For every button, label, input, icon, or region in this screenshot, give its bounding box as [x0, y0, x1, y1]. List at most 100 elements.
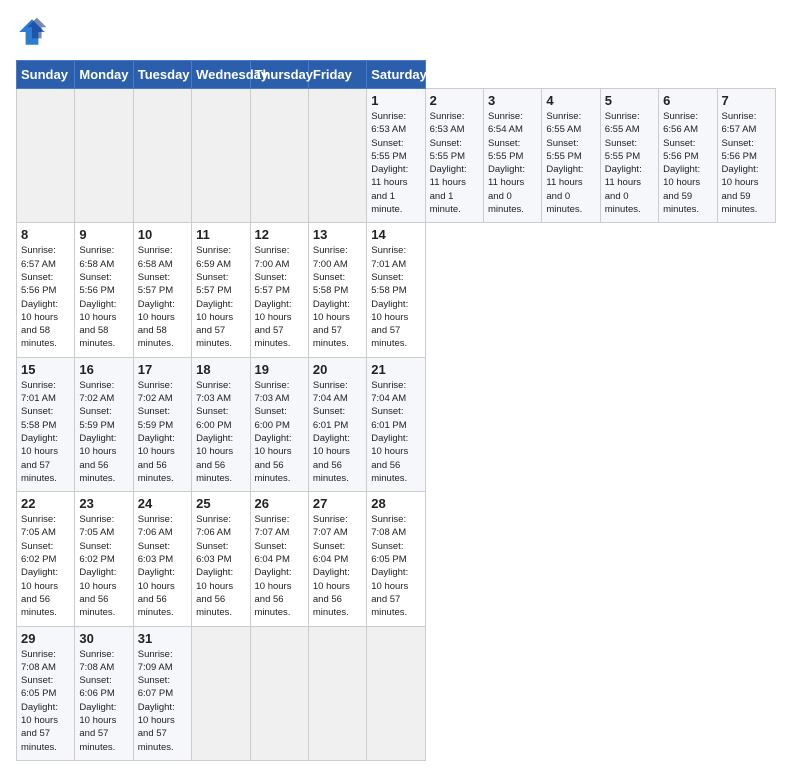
calendar-day-cell: 28 Sunrise: 7:08 AM Sunset: 6:05 PM Dayl… — [367, 492, 425, 626]
sunset-label: Sunset: 5:55 PM — [605, 138, 640, 162]
sunrise-label: Sunrise: 6:56 AM — [663, 111, 698, 135]
sunset-label: Sunset: 6:04 PM — [313, 541, 348, 565]
sunset-label: Sunset: 5:57 PM — [138, 272, 173, 296]
sunset-label: Sunset: 6:05 PM — [371, 541, 406, 565]
sunset-label: Sunset: 5:59 PM — [138, 406, 173, 430]
day-info: Sunrise: 6:54 AM Sunset: 5:55 PM Dayligh… — [488, 110, 537, 216]
calendar-day-cell: 4 Sunrise: 6:55 AM Sunset: 5:55 PM Dayli… — [542, 89, 600, 223]
sunset-label: Sunset: 6:00 PM — [255, 406, 290, 430]
calendar-day-cell: 19 Sunrise: 7:03 AM Sunset: 6:00 PM Dayl… — [250, 357, 308, 491]
sunset-label: Sunset: 5:56 PM — [663, 138, 698, 162]
daylight-label: Daylight: 10 hours and 56 minutes. — [79, 567, 116, 618]
daylight-label: Daylight: 10 hours and 57 minutes. — [313, 299, 350, 350]
logo — [16, 16, 52, 48]
calendar-day-cell — [17, 89, 75, 223]
sunrise-label: Sunrise: 7:06 AM — [196, 514, 231, 538]
day-info: Sunrise: 6:56 AM Sunset: 5:56 PM Dayligh… — [663, 110, 712, 216]
day-info: Sunrise: 6:55 AM Sunset: 5:55 PM Dayligh… — [546, 110, 595, 216]
sunrise-label: Sunrise: 7:09 AM — [138, 649, 173, 673]
daylight-label: Daylight: 10 hours and 57 minutes. — [196, 299, 233, 350]
sunset-label: Sunset: 6:06 PM — [79, 675, 114, 699]
sunrise-label: Sunrise: 6:54 AM — [488, 111, 523, 135]
daylight-label: Daylight: 10 hours and 57 minutes. — [138, 702, 175, 753]
weekday-header-cell: Tuesday — [133, 61, 191, 89]
sunset-label: Sunset: 6:02 PM — [21, 541, 56, 565]
daylight-label: Daylight: 10 hours and 58 minutes. — [79, 299, 116, 350]
weekday-header-cell: Thursday — [250, 61, 308, 89]
sunrise-label: Sunrise: 6:58 AM — [79, 245, 114, 269]
day-number: 8 — [21, 227, 70, 242]
day-number: 22 — [21, 496, 70, 511]
daylight-label: Daylight: 10 hours and 56 minutes. — [255, 433, 292, 484]
sunset-label: Sunset: 6:04 PM — [255, 541, 290, 565]
calendar-day-cell: 13 Sunrise: 7:00 AM Sunset: 5:58 PM Dayl… — [308, 223, 366, 357]
sunrise-label: Sunrise: 7:06 AM — [138, 514, 173, 538]
day-info: Sunrise: 7:08 AM Sunset: 6:06 PM Dayligh… — [79, 648, 128, 754]
daylight-label: Daylight: 10 hours and 56 minutes. — [313, 567, 350, 618]
day-number: 29 — [21, 631, 70, 646]
sunrise-label: Sunrise: 7:00 AM — [313, 245, 348, 269]
calendar-day-cell: 9 Sunrise: 6:58 AM Sunset: 5:56 PM Dayli… — [75, 223, 133, 357]
calendar-day-cell: 17 Sunrise: 7:02 AM Sunset: 5:59 PM Dayl… — [133, 357, 191, 491]
sunrise-label: Sunrise: 7:01 AM — [371, 245, 406, 269]
calendar-body: 1 Sunrise: 6:53 AM Sunset: 5:55 PM Dayli… — [17, 89, 776, 761]
day-info: Sunrise: 6:53 AM Sunset: 5:55 PM Dayligh… — [430, 110, 479, 216]
day-number: 7 — [722, 93, 772, 108]
day-info: Sunrise: 7:03 AM Sunset: 6:00 PM Dayligh… — [255, 379, 304, 485]
sunrise-label: Sunrise: 7:04 AM — [371, 380, 406, 404]
calendar-day-cell — [308, 89, 366, 223]
calendar-day-cell: 23 Sunrise: 7:05 AM Sunset: 6:02 PM Dayl… — [75, 492, 133, 626]
sunrise-label: Sunrise: 7:05 AM — [21, 514, 56, 538]
weekday-header-cell: Friday — [308, 61, 366, 89]
calendar-table: SundayMondayTuesdayWednesdayThursdayFrid… — [16, 60, 776, 761]
daylight-label: Daylight: 11 hours and 0 minutes. — [605, 164, 642, 215]
calendar-day-cell — [75, 89, 133, 223]
day-number: 13 — [313, 227, 362, 242]
sunset-label: Sunset: 5:58 PM — [371, 272, 406, 296]
sunset-label: Sunset: 5:58 PM — [21, 406, 56, 430]
calendar-day-cell: 24 Sunrise: 7:06 AM Sunset: 6:03 PM Dayl… — [133, 492, 191, 626]
calendar-day-cell: 26 Sunrise: 7:07 AM Sunset: 6:04 PM Dayl… — [250, 492, 308, 626]
day-number: 1 — [371, 93, 420, 108]
calendar-day-cell: 12 Sunrise: 7:00 AM Sunset: 5:57 PM Dayl… — [250, 223, 308, 357]
sunset-label: Sunset: 5:55 PM — [488, 138, 523, 162]
day-number: 24 — [138, 496, 187, 511]
daylight-label: Daylight: 10 hours and 56 minutes. — [313, 433, 350, 484]
calendar-week-row: 1 Sunrise: 6:53 AM Sunset: 5:55 PM Dayli… — [17, 89, 776, 223]
day-number: 28 — [371, 496, 420, 511]
day-info: Sunrise: 7:04 AM Sunset: 6:01 PM Dayligh… — [371, 379, 420, 485]
calendar-week-row: 29 Sunrise: 7:08 AM Sunset: 6:05 PM Dayl… — [17, 626, 776, 760]
sunrise-label: Sunrise: 7:00 AM — [255, 245, 290, 269]
calendar-day-cell: 11 Sunrise: 6:59 AM Sunset: 5:57 PM Dayl… — [192, 223, 250, 357]
sunrise-label: Sunrise: 6:53 AM — [371, 111, 406, 135]
daylight-label: Daylight: 10 hours and 57 minutes. — [371, 299, 408, 350]
calendar-day-cell — [133, 89, 191, 223]
sunrise-label: Sunrise: 6:55 AM — [605, 111, 640, 135]
day-number: 9 — [79, 227, 128, 242]
day-info: Sunrise: 6:53 AM Sunset: 5:55 PM Dayligh… — [371, 110, 420, 216]
calendar-day-cell: 7 Sunrise: 6:57 AM Sunset: 5:56 PM Dayli… — [717, 89, 776, 223]
sunrise-label: Sunrise: 7:03 AM — [196, 380, 231, 404]
sunset-label: Sunset: 5:55 PM — [430, 138, 465, 162]
sunset-label: Sunset: 5:56 PM — [21, 272, 56, 296]
sunset-label: Sunset: 5:55 PM — [546, 138, 581, 162]
calendar-day-cell: 22 Sunrise: 7:05 AM Sunset: 6:02 PM Dayl… — [17, 492, 75, 626]
sunset-label: Sunset: 5:56 PM — [722, 138, 757, 162]
daylight-label: Daylight: 10 hours and 56 minutes. — [138, 567, 175, 618]
daylight-label: Daylight: 10 hours and 56 minutes. — [255, 567, 292, 618]
day-number: 17 — [138, 362, 187, 377]
day-number: 26 — [255, 496, 304, 511]
day-number: 23 — [79, 496, 128, 511]
day-info: Sunrise: 7:08 AM Sunset: 6:05 PM Dayligh… — [371, 513, 420, 619]
day-number: 3 — [488, 93, 537, 108]
daylight-label: Daylight: 10 hours and 56 minutes. — [138, 433, 175, 484]
day-info: Sunrise: 7:09 AM Sunset: 6:07 PM Dayligh… — [138, 648, 187, 754]
daylight-label: Daylight: 10 hours and 57 minutes. — [79, 702, 116, 753]
sunset-label: Sunset: 6:02 PM — [79, 541, 114, 565]
daylight-label: Daylight: 10 hours and 56 minutes. — [196, 567, 233, 618]
day-info: Sunrise: 6:57 AM Sunset: 5:56 PM Dayligh… — [21, 244, 70, 350]
calendar-day-cell: 30 Sunrise: 7:08 AM Sunset: 6:06 PM Dayl… — [75, 626, 133, 760]
day-number: 30 — [79, 631, 128, 646]
day-number: 19 — [255, 362, 304, 377]
daylight-label: Daylight: 10 hours and 56 minutes. — [21, 567, 58, 618]
